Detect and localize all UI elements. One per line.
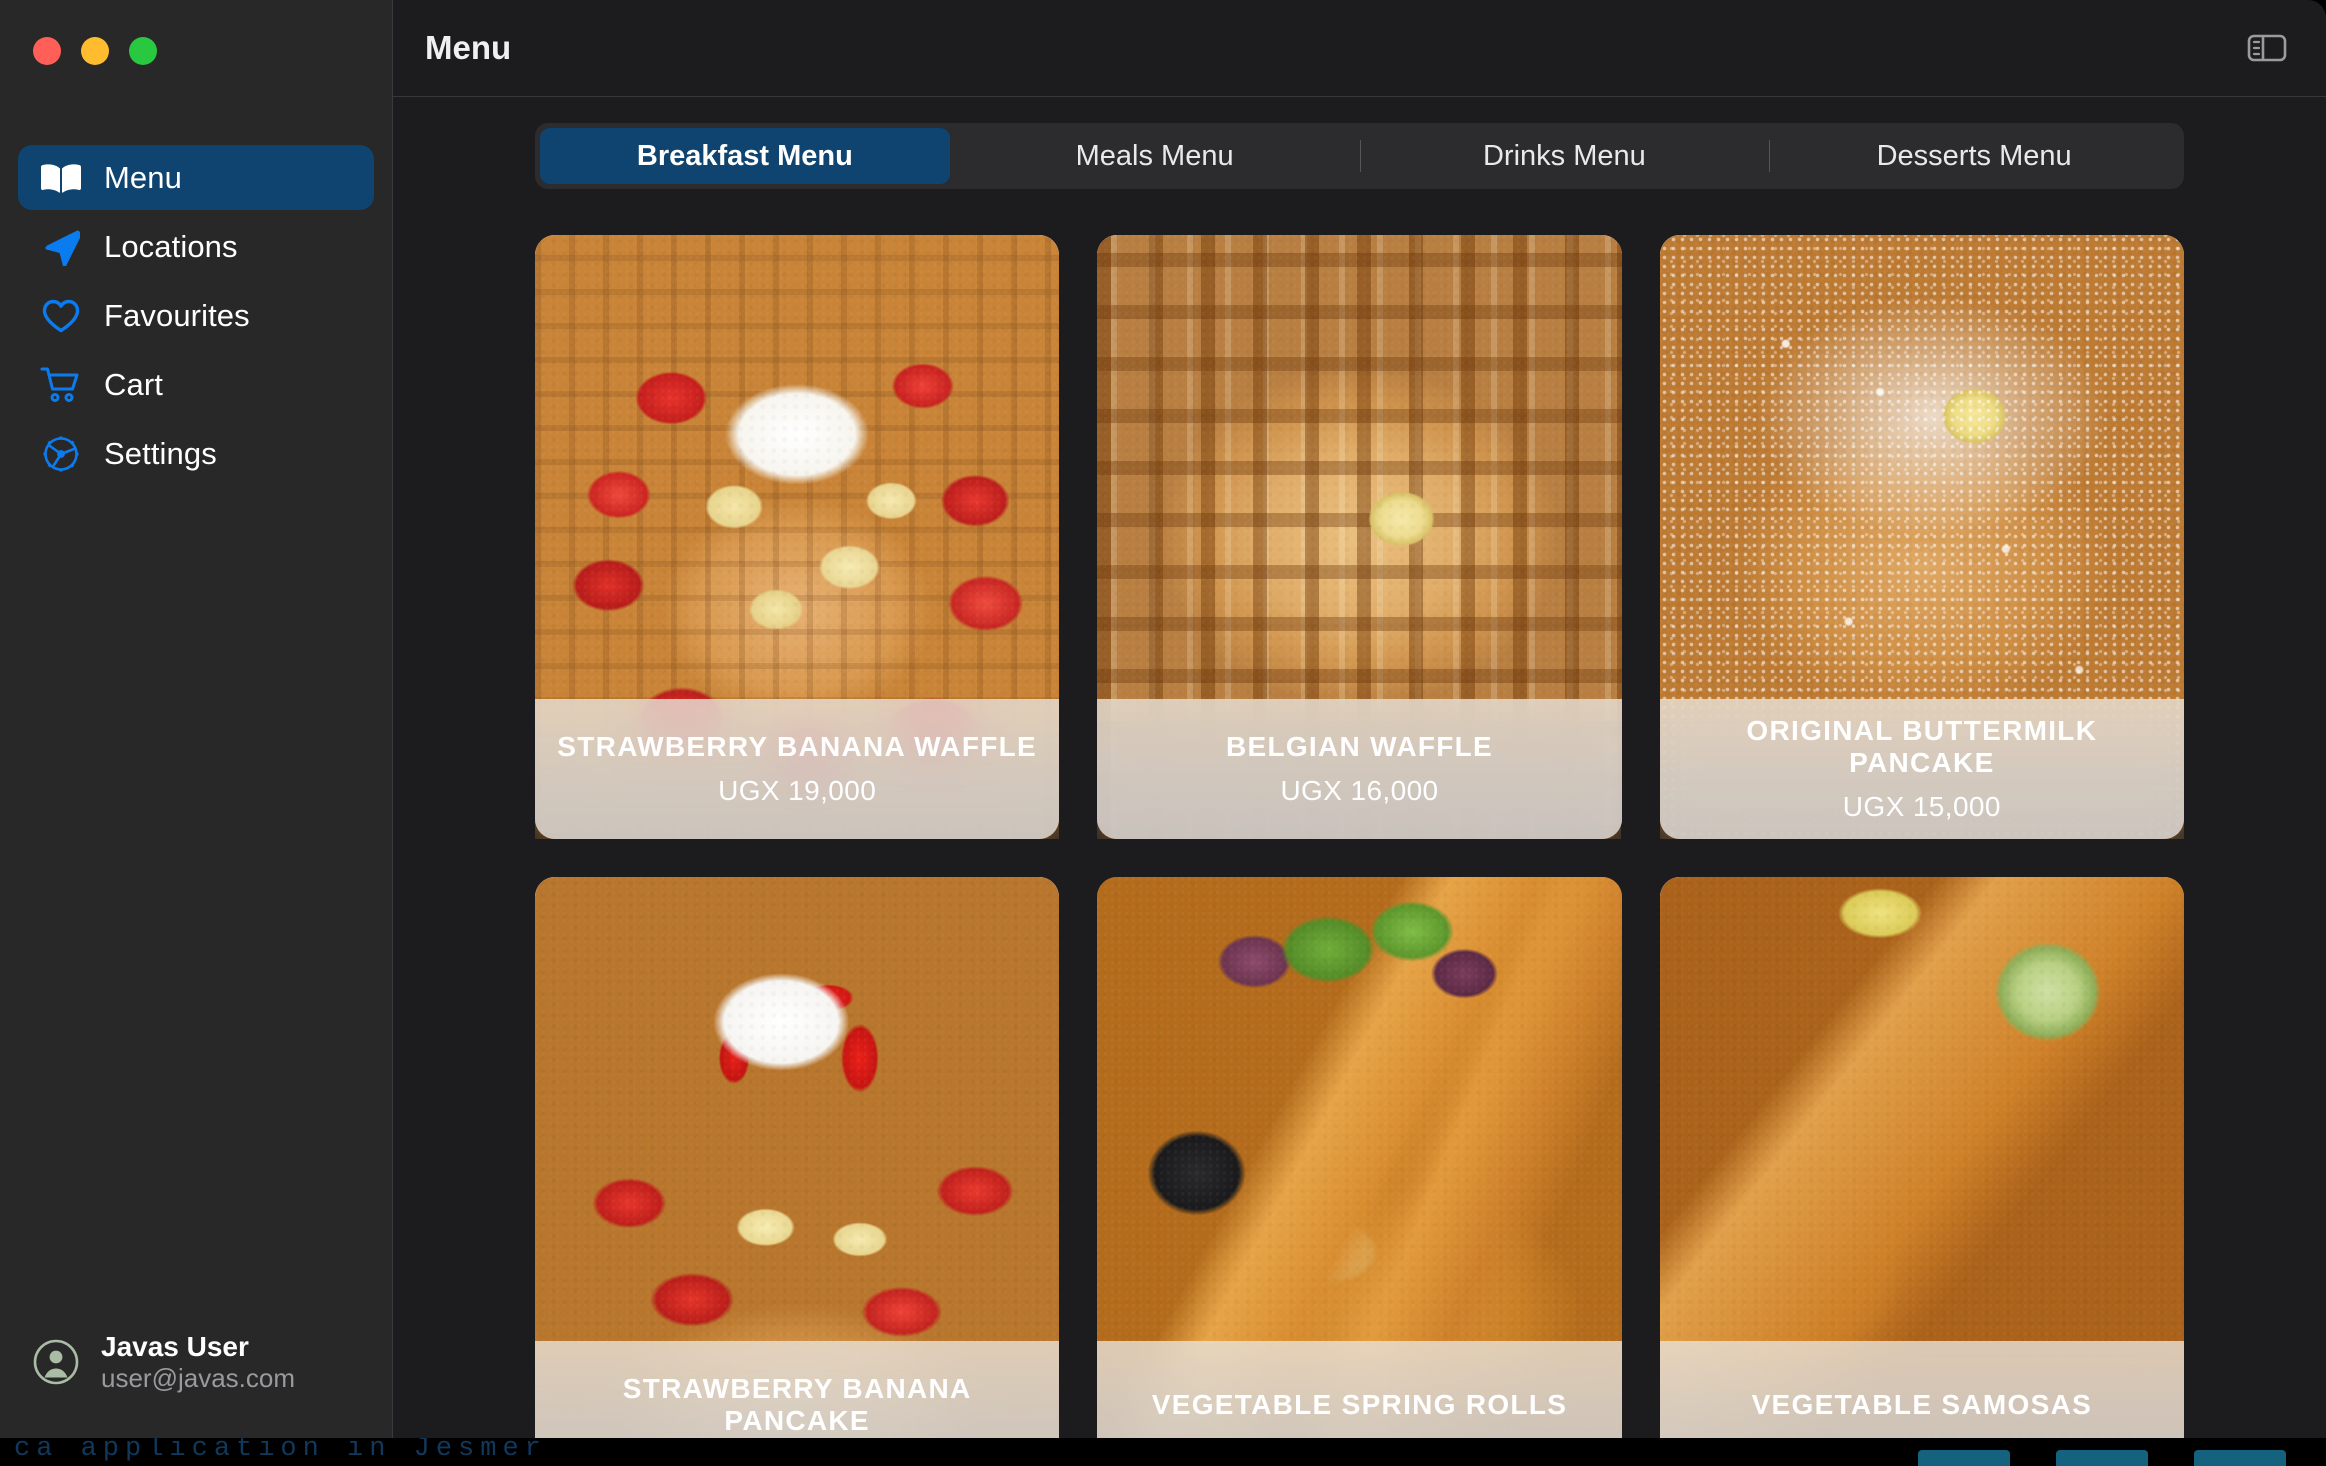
desktop-background-chips [1918, 1450, 2286, 1466]
menu-item-name: Vegetable Samosas [1751, 1389, 2093, 1420]
sidebar-item-favourites[interactable]: Favourites [18, 283, 374, 348]
heart-icon [40, 295, 82, 337]
menu-item-name: Strawberry Banana Pancake [622, 1373, 972, 1436]
sidebar-item-label: Settings [104, 435, 217, 471]
sidebar-item-label: Menu [104, 159, 182, 195]
app-window: Menu Locations Favourites Cart Settings … [0, 0, 2326, 1438]
sidebar-user-profile[interactable]: Javas User user@javas.com [0, 1330, 392, 1438]
menu-card-footer: Strawberry Banana Waffle UGX 19,000 [535, 699, 1060, 839]
menu-card-footer: Vegetable Samosas [1659, 1341, 2184, 1438]
window-controls[interactable] [0, 0, 392, 65]
page-title: Menu [425, 29, 512, 66]
sidebar-item-label: Favourites [104, 297, 250, 333]
menu-card-footer: Strawberry Banana Pancake [535, 1341, 1060, 1438]
menu-grid: Strawberry Banana Waffle UGX 19,000 Belg… [535, 235, 2184, 1438]
menu-card-footer: Original Buttermilk Pancake UGX 15,000 [1659, 699, 2184, 839]
maximize-window-button[interactable] [129, 37, 157, 65]
user-email: user@javas.com [101, 1363, 296, 1394]
sidebar-nav: Menu Locations Favourites Cart Settings [0, 145, 392, 486]
menu-item-name: Vegetable Spring Rolls [1151, 1389, 1568, 1420]
content-area: Menu Breakfast Menu Meals Menu Drinks Me… [393, 0, 2326, 1438]
sidebar-item-label: Locations [104, 228, 238, 264]
menu-card[interactable]: Belgian Waffle UGX 16,000 [1097, 235, 1622, 839]
menu-item-price: UGX 19,000 [718, 775, 877, 806]
tab-meals-menu[interactable]: Meals Menu [950, 128, 1360, 184]
menu-card-footer: Vegetable Spring Rolls [1097, 1341, 1622, 1438]
minimize-window-button[interactable] [81, 37, 109, 65]
desktop-background-text: ca application in Jesmer [14, 1434, 547, 1464]
menu-item-name: Original Buttermilk Pancake [1746, 715, 2098, 778]
menu-card[interactable]: Vegetable Spring Rolls [1097, 877, 1622, 1438]
sidebar-item-label: Cart [104, 366, 163, 402]
menu-item-price: UGX 16,000 [1280, 775, 1439, 806]
tab-breakfast-menu[interactable]: Breakfast Menu [540, 128, 950, 184]
menu-card[interactable]: Strawberry Banana Waffle UGX 19,000 [535, 235, 1060, 839]
menu-grid-scroll[interactable]: Strawberry Banana Waffle UGX 19,000 Belg… [393, 189, 2326, 1438]
sidebar: Menu Locations Favourites Cart Settings … [0, 0, 393, 1438]
tab-label: Drinks Menu [1482, 139, 1646, 172]
avatar-icon [33, 1339, 79, 1385]
sidebar-toggle-icon[interactable] [2244, 25, 2290, 71]
tab-label: Meals Menu [1075, 139, 1234, 172]
user-name: Javas User [101, 1331, 249, 1363]
location-arrow-icon [40, 226, 82, 268]
content-titlebar: Menu [393, 0, 2326, 97]
menu-card[interactable]: Vegetable Samosas [1659, 877, 2184, 1438]
tab-desserts-menu[interactable]: Desserts Menu [1769, 128, 2179, 184]
menu-card[interactable]: Original Buttermilk Pancake UGX 15,000 [1659, 235, 2184, 839]
tab-label: Desserts Menu [1876, 139, 2072, 172]
cart-icon [40, 364, 82, 406]
tab-drinks-menu[interactable]: Drinks Menu [1359, 128, 1770, 184]
menu-card-footer: Belgian Waffle UGX 16,000 [1097, 699, 1622, 839]
gear-icon [40, 433, 82, 475]
menu-card[interactable]: Strawberry Banana Pancake [535, 877, 1060, 1438]
sidebar-item-cart[interactable]: Cart [18, 352, 374, 417]
menu-item-name: Belgian Waffle [1225, 731, 1494, 762]
sidebar-item-menu[interactable]: Menu [18, 145, 374, 210]
close-window-button[interactable] [33, 37, 61, 65]
sidebar-item-locations[interactable]: Locations [18, 214, 374, 279]
menu-tabbar: Breakfast Menu Meals Menu Drinks Menu De… [535, 123, 2184, 189]
sidebar-item-settings[interactable]: Settings [18, 421, 374, 486]
tab-label: Breakfast Menu [636, 139, 853, 172]
book-icon [40, 157, 82, 199]
menu-item-price: UGX 15,000 [1842, 791, 2001, 822]
menu-item-name: Strawberry Banana Waffle [557, 731, 1038, 762]
